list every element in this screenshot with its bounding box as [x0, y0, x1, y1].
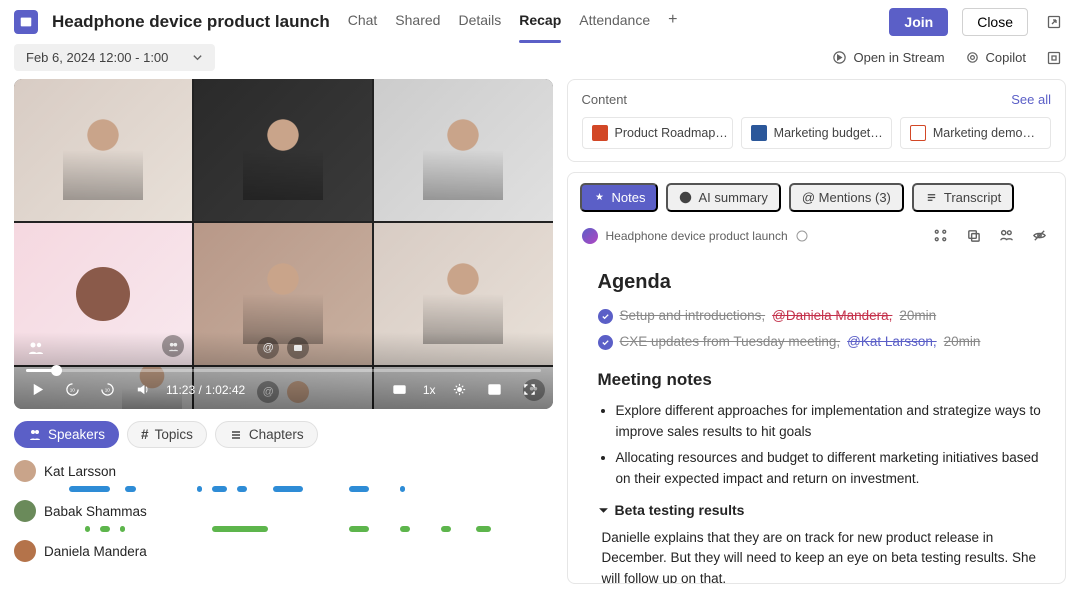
- tab-recap[interactable]: Recap: [519, 11, 561, 33]
- speaker-row: Kat Larsson: [14, 460, 553, 492]
- speaker-name: Babak Shammas: [44, 504, 147, 519]
- content-file-video[interactable]: Marketing demo…: [900, 117, 1051, 149]
- timeline[interactable]: [44, 526, 553, 532]
- avatar: [14, 540, 36, 562]
- tab-details[interactable]: Details: [458, 11, 501, 33]
- pill-ai-summary[interactable]: AI summary: [666, 183, 780, 212]
- meeting-app-icon: [14, 10, 38, 34]
- participant-tile: [14, 79, 192, 221]
- play-button[interactable]: [26, 378, 49, 401]
- video-time: 11:23 / 1:02:42: [166, 383, 245, 397]
- meeting-title: Headphone device product launch: [52, 12, 330, 32]
- note-item: Allocating resources and budget to diffe…: [616, 448, 1045, 490]
- visibility-icon[interactable]: [1028, 224, 1051, 247]
- tab-attendance[interactable]: Attendance: [579, 11, 650, 33]
- beta-text: Danielle explains that they are on track…: [602, 528, 1045, 583]
- check-icon[interactable]: [598, 335, 613, 350]
- recap-panel: Notes AI summary @ Mentions (3) Transcri…: [567, 172, 1066, 584]
- svg-text:cc: cc: [396, 387, 401, 392]
- stream-icon: [832, 50, 847, 65]
- volume-button[interactable]: [131, 378, 154, 401]
- svg-text:10: 10: [70, 387, 76, 392]
- share-people-icon[interactable]: [995, 224, 1018, 247]
- content-file-word[interactable]: Marketing budget…: [741, 117, 892, 149]
- note-toolbar: [929, 224, 1051, 247]
- grid-icon[interactable]: [929, 224, 952, 247]
- settings-button[interactable]: [448, 378, 471, 401]
- participant-tile: [374, 79, 552, 221]
- note-item: Explore different approaches for impleme…: [616, 401, 1045, 443]
- pill-transcript[interactable]: Transcript: [912, 183, 1014, 212]
- pill-mentions[interactable]: @ Mentions (3): [789, 183, 904, 212]
- app-header: Headphone device product launch Chat Sha…: [0, 0, 1080, 44]
- date-label: Feb 6, 2024 12:00 - 1:00: [26, 50, 168, 65]
- note-body[interactable]: Agenda Setup and introductions, @Daniela…: [568, 253, 1065, 583]
- speed-label[interactable]: 1x: [423, 383, 436, 397]
- right-column: Content See all Product Roadmap… Marketi…: [567, 79, 1066, 584]
- chip-topics[interactable]: #Topics: [127, 421, 207, 448]
- speaker-name: Kat Larsson: [44, 464, 116, 479]
- people-icon: [28, 340, 44, 356]
- content-heading: Content: [582, 92, 628, 107]
- pill-notes[interactable]: Notes: [580, 183, 659, 212]
- chevron-down-icon: [192, 52, 203, 63]
- rewind-10-button[interactable]: 10: [61, 378, 84, 401]
- copilot-icon: [965, 50, 980, 65]
- speaker-row: Daniela Mandera: [14, 540, 553, 562]
- agenda-heading: Agenda: [598, 267, 1045, 298]
- video-file-icon: [910, 125, 926, 141]
- chevron-down-icon: [598, 505, 609, 516]
- date-selector[interactable]: Feb 6, 2024 12:00 - 1:00: [14, 44, 215, 71]
- powerpoint-icon: [592, 125, 608, 141]
- content-file-powerpoint[interactable]: Product Roadmap…: [582, 117, 733, 149]
- join-button[interactable]: Join: [889, 8, 948, 36]
- copy-icon[interactable]: [962, 224, 985, 247]
- see-all-link[interactable]: See all: [1011, 92, 1051, 107]
- view-chips: Speakers #Topics Chapters: [14, 421, 553, 448]
- tab-add[interactable]: +: [668, 11, 677, 33]
- video-scrubber[interactable]: [26, 369, 541, 372]
- chip-chapters[interactable]: Chapters: [215, 421, 318, 448]
- open-in-stream-button[interactable]: Open in Stream: [828, 46, 948, 69]
- speaker-name: Daniela Mandera: [44, 544, 147, 559]
- header-tabs: Chat Shared Details Recap Attendance +: [348, 11, 678, 33]
- fullscreen-button[interactable]: [518, 378, 541, 401]
- expand-icon[interactable]: [1042, 46, 1066, 70]
- pip-button[interactable]: [483, 378, 506, 401]
- participant-tile: [194, 79, 372, 221]
- video-controls: 10 10 11:23 / 1:02:42 cc 1x: [14, 332, 553, 409]
- avatar: [14, 500, 36, 522]
- subheader: Feb 6, 2024 12:00 - 1:00 Open in Stream …: [0, 44, 1080, 79]
- tab-chat[interactable]: Chat: [348, 11, 378, 33]
- timeline[interactable]: [44, 486, 553, 492]
- avatar: [14, 460, 36, 482]
- video-player[interactable]: @ @ 10 10 11:23 / 1:02:: [14, 79, 553, 409]
- close-button[interactable]: Close: [962, 8, 1028, 36]
- svg-text:10: 10: [105, 387, 111, 392]
- content-panel: Content See all Product Roadmap… Marketi…: [567, 79, 1066, 162]
- chip-speakers[interactable]: Speakers: [14, 421, 119, 448]
- agenda-item: Setup and introductions, @Daniela Mander…: [598, 306, 1045, 327]
- agenda-item: CXE updates from Tuesday meeting, @Kat L…: [598, 332, 1045, 353]
- copilot-button[interactable]: Copilot: [961, 46, 1030, 69]
- content-items: Product Roadmap… Marketing budget… Marke…: [582, 117, 1051, 149]
- speaker-timeline: Kat Larsson Babak Shammas Daniela Mander…: [14, 460, 553, 562]
- check-icon[interactable]: [598, 309, 613, 324]
- main-content: @ @ 10 10 11:23 / 1:02:: [0, 79, 1080, 584]
- collapse-toggle[interactable]: Beta testing results: [598, 500, 1045, 522]
- popout-icon[interactable]: [1042, 10, 1066, 34]
- left-column: @ @ 10 10 11:23 / 1:02:: [14, 79, 553, 584]
- word-icon: [751, 125, 767, 141]
- speaker-row: Babak Shammas: [14, 500, 553, 532]
- tab-shared[interactable]: Shared: [395, 11, 440, 33]
- recap-tabs: Notes AI summary @ Mentions (3) Transcri…: [568, 173, 1065, 212]
- loop-icon: [582, 228, 598, 244]
- captions-button[interactable]: cc: [388, 378, 411, 401]
- note-doc-title: Headphone device product launch: [606, 229, 788, 243]
- info-icon: [796, 230, 808, 242]
- notes-heading: Meeting notes: [598, 367, 1045, 393]
- notes-list: Explore different approaches for impleme…: [616, 401, 1045, 490]
- forward-10-button[interactable]: 10: [96, 378, 119, 401]
- note-doc-header: Headphone device product launch: [568, 212, 1065, 253]
